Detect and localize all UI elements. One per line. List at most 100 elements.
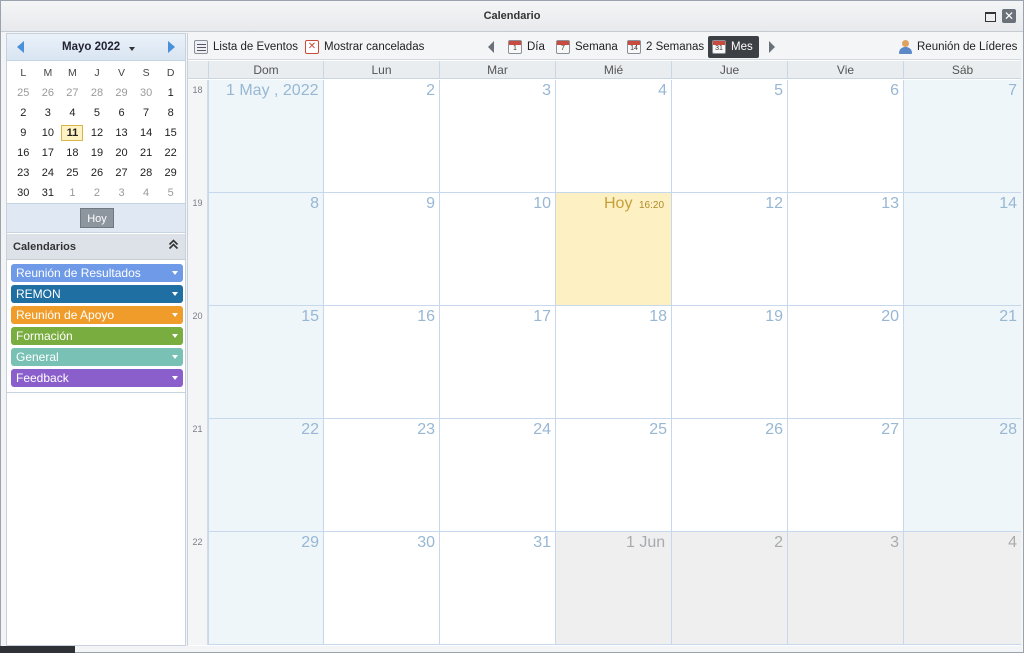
day-cell[interactable]: 22 (208, 419, 323, 532)
next-month-icon[interactable] (168, 41, 175, 53)
mini-calendar-day[interactable]: 21 (134, 143, 159, 163)
mini-calendar-today[interactable]: 11 (60, 123, 85, 143)
day-cell[interactable]: 18 (555, 306, 671, 419)
week-number[interactable]: 21 (188, 419, 208, 532)
day-cell[interactable]: 12 (671, 193, 787, 306)
day-cell[interactable]: 15 (208, 306, 323, 419)
next-period-icon[interactable] (769, 41, 775, 53)
week-number[interactable]: 18 (188, 80, 208, 193)
mini-calendar-day[interactable]: 4 (60, 103, 85, 123)
mini-calendar-day[interactable]: 6 (109, 103, 134, 123)
day-cell[interactable]: 23 (323, 419, 439, 532)
day-cell[interactable]: 26 (671, 419, 787, 532)
mini-calendar-day[interactable]: 22 (158, 143, 183, 163)
mini-calendar-day[interactable]: 31 (36, 183, 61, 203)
day-cell[interactable]: 31 (439, 532, 555, 645)
calendar-item[interactable]: General (11, 348, 183, 366)
mini-calendar-day[interactable]: 15 (158, 123, 183, 143)
close-icon[interactable]: ✕ (1002, 9, 1016, 23)
mini-calendar-day[interactable]: 8 (158, 103, 183, 123)
day-cell[interactable]: 21 (903, 306, 1021, 419)
mini-calendar-day[interactable]: 19 (85, 143, 110, 163)
day-cell[interactable]: 3 (787, 532, 903, 645)
mini-calendar-day[interactable]: 25 (11, 83, 36, 103)
mini-calendar-day[interactable]: 20 (109, 143, 134, 163)
mini-calendar-day[interactable]: 10 (36, 123, 61, 143)
mini-calendar-day[interactable]: 4 (134, 183, 159, 203)
day-cell[interactable]: 9 (323, 193, 439, 306)
mini-calendar-day[interactable]: 24 (36, 163, 61, 183)
day-cell[interactable]: 7 (903, 80, 1021, 193)
day-cell[interactable]: 3 (439, 80, 555, 193)
calendar-item[interactable]: Reunión de Apoyo (11, 306, 183, 324)
mini-calendar-day[interactable]: 23 (11, 163, 36, 183)
day-cell[interactable]: 29 (208, 532, 323, 645)
day-cell[interactable]: 30 (323, 532, 439, 645)
day-cell[interactable]: 4 (903, 532, 1021, 645)
day-cell[interactable]: 6 (787, 80, 903, 193)
day-cell[interactable]: 20 (787, 306, 903, 419)
prev-period-icon[interactable] (488, 41, 494, 53)
mini-calendar-day[interactable]: 2 (11, 103, 36, 123)
prev-month-icon[interactable] (17, 41, 24, 53)
mini-calendar-day[interactable]: 1 (158, 83, 183, 103)
maximize-icon[interactable] (983, 9, 997, 23)
day-cell[interactable]: 19 (671, 306, 787, 419)
mini-calendar-day[interactable]: 7 (134, 103, 159, 123)
mini-calendar-day[interactable]: 3 (36, 103, 61, 123)
day-cell[interactable]: 8 (208, 193, 323, 306)
calendar-item[interactable]: Feedback (11, 369, 183, 387)
mini-calendar-day[interactable]: 5 (85, 103, 110, 123)
mini-calendar-day[interactable]: 27 (60, 83, 85, 103)
calendar-item[interactable]: Reunión de Resultados (11, 264, 183, 282)
mini-calendar-month[interactable]: Mayo 2022 (62, 41, 120, 53)
calendar-item-dropdown-icon[interactable] (172, 313, 178, 317)
mini-calendar-day[interactable]: 16 (11, 143, 36, 163)
day-cell[interactable]: 24 (439, 419, 555, 532)
mini-calendar-day[interactable]: 13 (109, 123, 134, 143)
day-cell[interactable]: 2 (671, 532, 787, 645)
mini-calendar-day[interactable]: 29 (158, 163, 183, 183)
mini-calendar-day[interactable]: 30 (134, 83, 159, 103)
day-cell[interactable]: 1 May , 2022 (208, 80, 323, 193)
mini-calendar-day[interactable]: 18 (60, 143, 85, 163)
day-cell-today[interactable]: Hoy 16:20 (555, 193, 671, 306)
mini-calendar-day[interactable]: 2 (85, 183, 110, 203)
day-cell[interactable]: 2 (323, 80, 439, 193)
month-dropdown-icon[interactable] (129, 47, 135, 51)
mini-calendar-day[interactable]: 26 (36, 83, 61, 103)
mini-calendar-day[interactable]: 17 (36, 143, 61, 163)
mini-calendar-day[interactable]: 14 (134, 123, 159, 143)
mini-calendar-day[interactable]: 12 (85, 123, 110, 143)
mini-calendar-day[interactable]: 1 (60, 183, 85, 203)
mini-calendar-day[interactable]: 26 (85, 163, 110, 183)
mini-calendar-day[interactable]: 3 (109, 183, 134, 203)
day-cell[interactable]: 10 (439, 193, 555, 306)
week-number[interactable]: 19 (188, 193, 208, 306)
mini-calendar-day[interactable]: 29 (109, 83, 134, 103)
calendar-item-dropdown-icon[interactable] (172, 271, 178, 275)
week-number[interactable]: 20 (188, 306, 208, 419)
calendar-item-dropdown-icon[interactable] (172, 334, 178, 338)
day-cell[interactable]: 16 (323, 306, 439, 419)
collapse-icon[interactable] (168, 239, 179, 252)
day-cell[interactable]: 13 (787, 193, 903, 306)
day-cell[interactable]: 14 (903, 193, 1021, 306)
day-cell[interactable]: 5 (671, 80, 787, 193)
mini-calendar-day[interactable]: 27 (109, 163, 134, 183)
mini-calendar-day[interactable]: 28 (85, 83, 110, 103)
mini-calendar-day[interactable]: 28 (134, 163, 159, 183)
day-cell[interactable]: 17 (439, 306, 555, 419)
calendar-item[interactable]: REMON (11, 285, 183, 303)
mini-calendar-day[interactable]: 5 (158, 183, 183, 203)
calendar-item-dropdown-icon[interactable] (172, 376, 178, 380)
day-cell[interactable]: 1 Jun (555, 532, 671, 645)
mini-calendar-day[interactable]: 30 (11, 183, 36, 203)
day-cell[interactable]: 28 (903, 419, 1021, 532)
day-cell[interactable]: 25 (555, 419, 671, 532)
week-number[interactable]: 22 (188, 532, 208, 645)
mini-calendar-day[interactable]: 25 (60, 163, 85, 183)
calendar-item[interactable]: Formación (11, 327, 183, 345)
today-button[interactable]: Hoy (80, 208, 114, 228)
calendar-item-dropdown-icon[interactable] (172, 355, 178, 359)
